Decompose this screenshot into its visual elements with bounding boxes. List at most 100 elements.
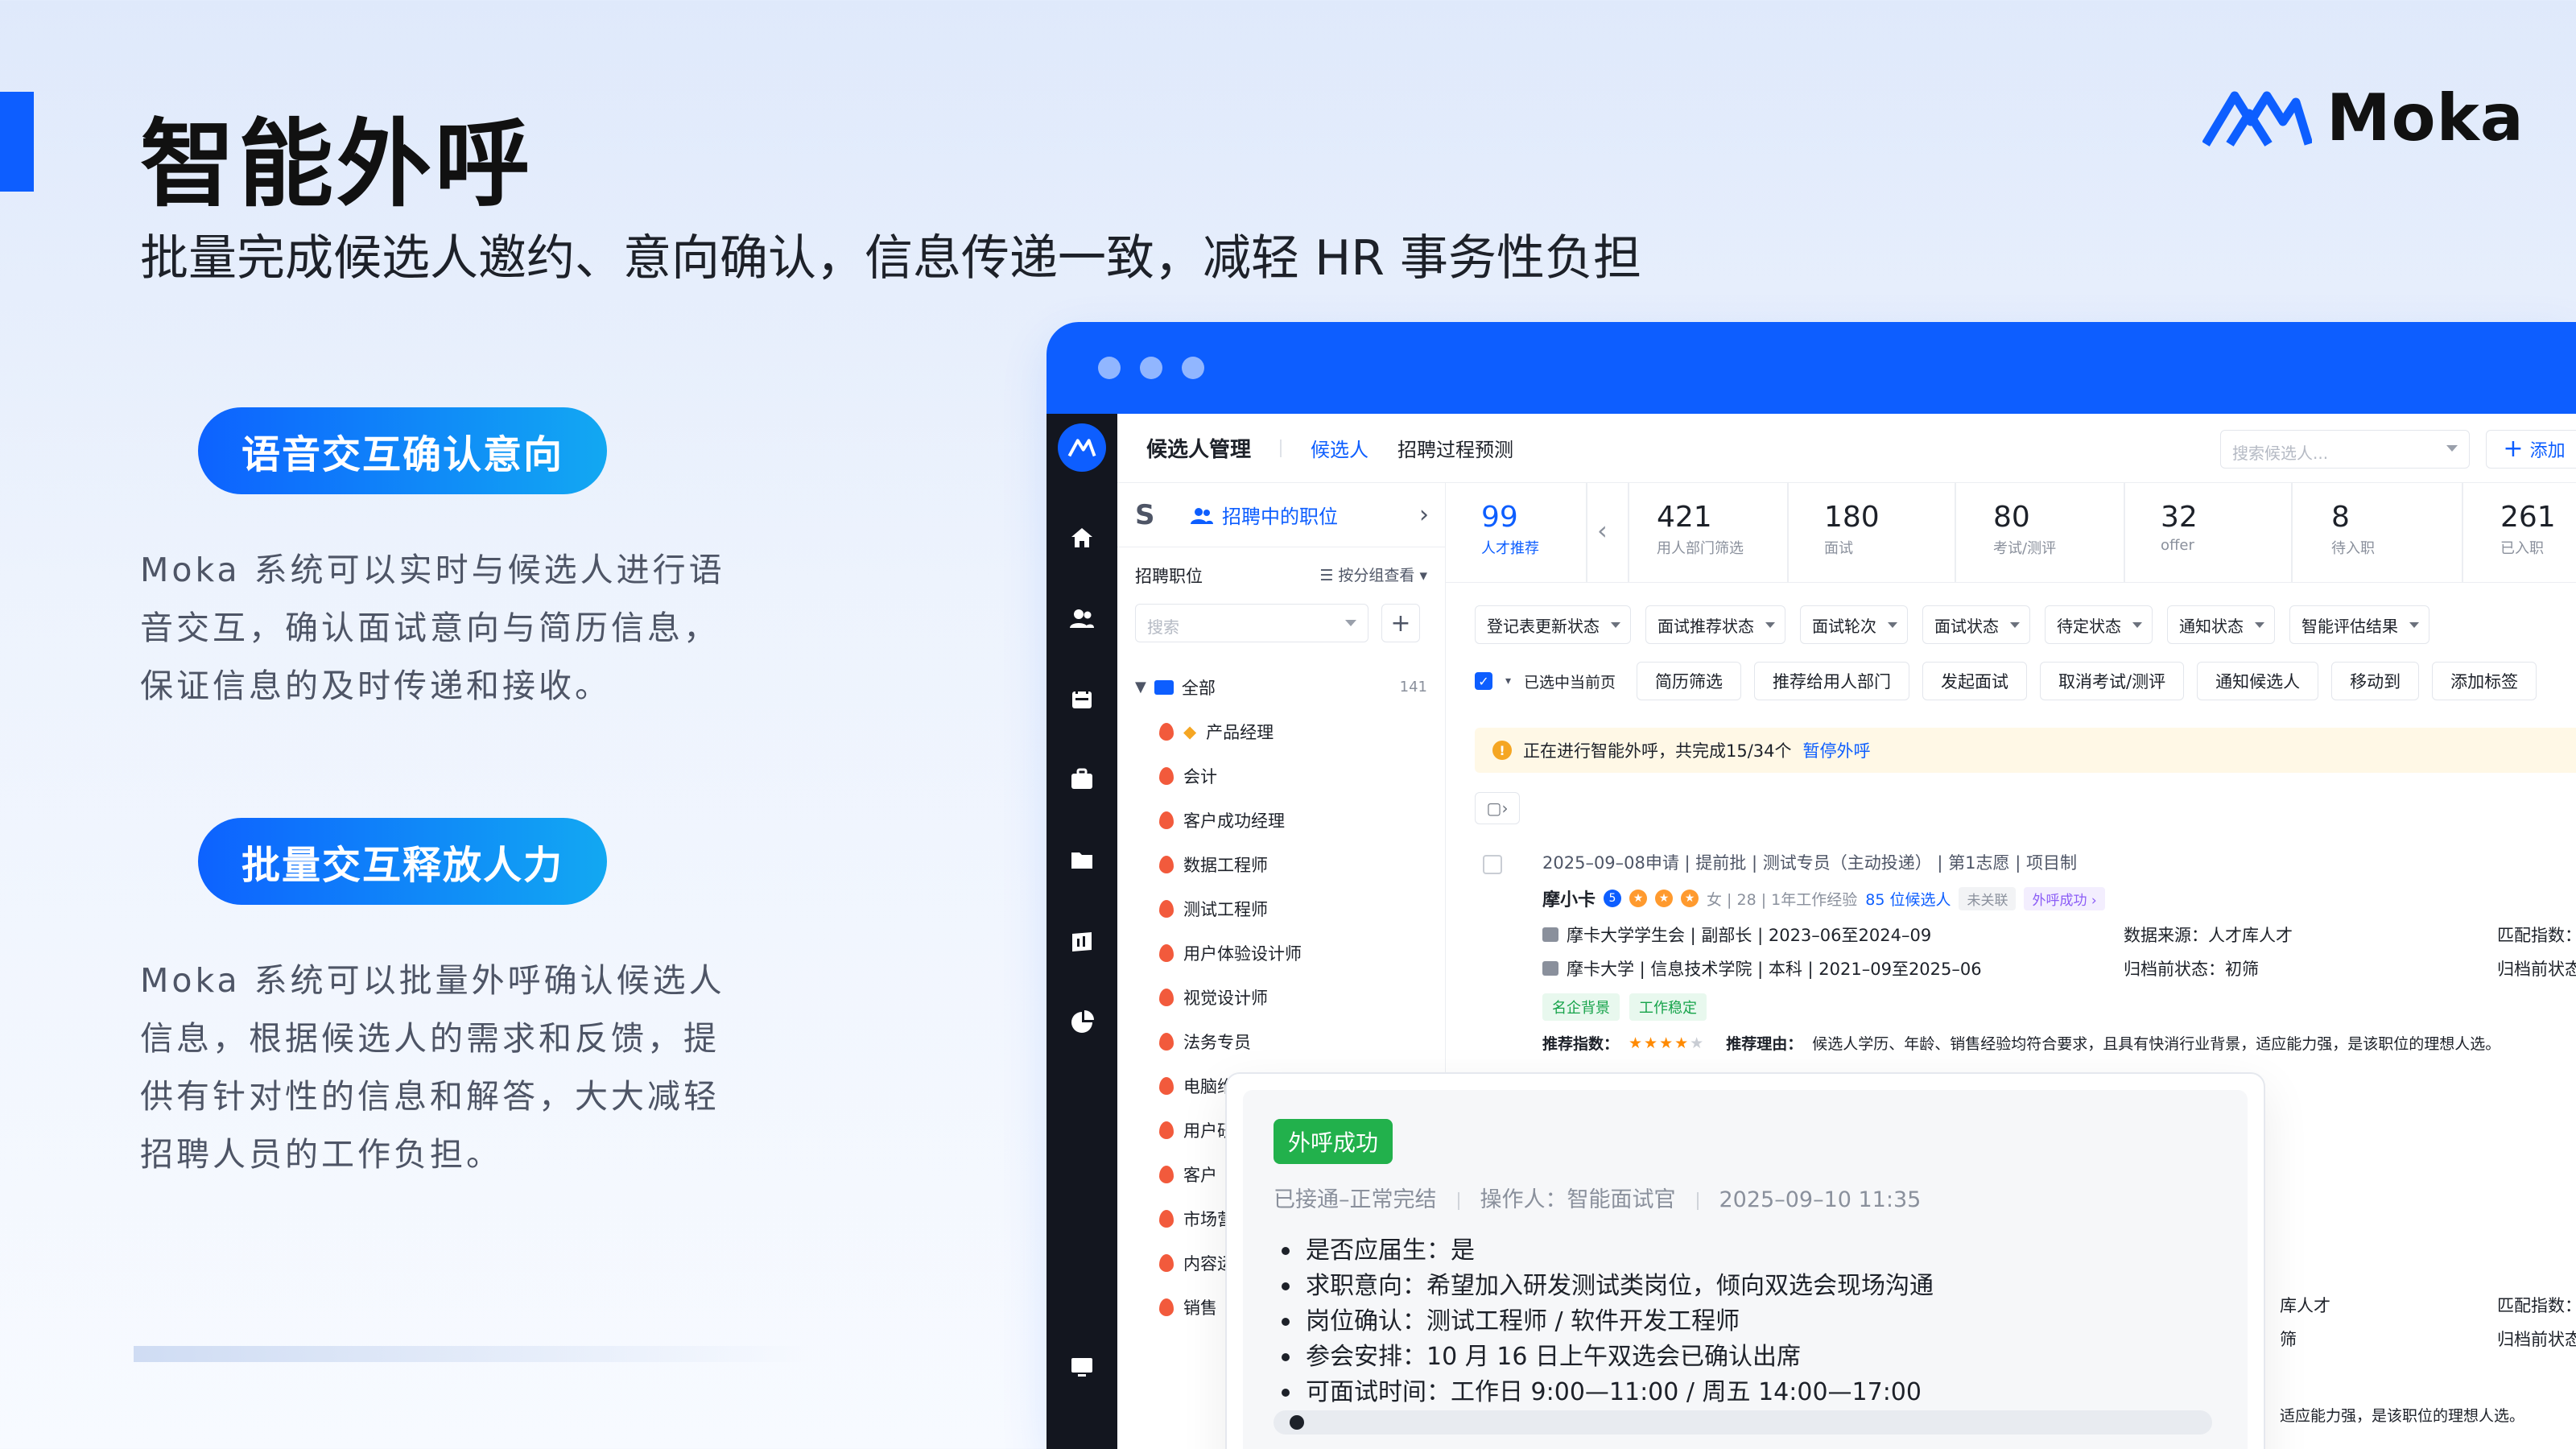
group-view-toggle[interactable]: ☰ 按分组查看 ▾ <box>1319 564 1427 588</box>
play-knob[interactable] <box>1290 1415 1304 1430</box>
calling-notice: ! 正在进行智能外呼，共完成15/34个 暂停外呼 <box>1475 728 2576 773</box>
tab-forecast[interactable]: 招聘过程预测 <box>1397 434 1513 462</box>
call-status-tag[interactable]: 外呼成功 › <box>2024 886 2105 910</box>
job-item[interactable]: 法务专员 <box>1135 1019 1427 1063</box>
level-badge: 5 <box>1604 890 1622 907</box>
filter-chip[interactable]: 面试推荐状态 <box>1645 605 1785 644</box>
filter-chip[interactable]: 待定状态 <box>2045 605 2153 644</box>
rating-stars: ★★★★★ <box>1629 1034 1706 1052</box>
org-icon <box>1542 927 1558 942</box>
job-item[interactable]: ◆ 产品经理 <box>1135 709 1427 753</box>
stat-dept-screen[interactable]: 421 用人部门筛选 <box>1657 501 1818 558</box>
action-button[interactable]: 添加标签 <box>2432 662 2537 700</box>
stat-offer[interactable]: 32 offer <box>2161 501 2322 554</box>
calendar-icon[interactable] <box>1069 686 1095 712</box>
match-index: 匹配指数： <box>2497 926 2576 945</box>
filter-bar: 登记表更新状态 面试推荐状态 面试轮次 面试状态 待定状态 通知状态 智能评估结… <box>1475 605 2429 644</box>
candidate-name[interactable]: 摩小卡 <box>1542 886 1596 911</box>
page-title: 智能外呼 <box>140 109 534 220</box>
pie-chart-icon[interactable] <box>1069 1009 1095 1035</box>
filter-chip[interactable]: 智能评估结果 <box>2289 605 2429 644</box>
feature-pill-voice: 语音交互确认意向 <box>198 407 607 494</box>
chevron-down-icon <box>2255 622 2264 628</box>
chevron-right-icon[interactable]: › <box>1419 501 1429 529</box>
call-meta: 已接通–正常完结 操作人：智能面试官 2025–09–10 11:35 <box>1274 1187 1922 1212</box>
report-icon[interactable] <box>1069 929 1095 955</box>
tab-active-jobs[interactable]: 招聘中的职位 <box>1190 501 1338 529</box>
tag: 名企背景 <box>1542 993 1620 1021</box>
chevron-down-icon <box>1611 622 1620 628</box>
filter-chip[interactable]: 面试轮次 <box>1800 605 1908 644</box>
summary-item: 是否应届生：是 <box>1282 1233 1934 1269</box>
filter-chip[interactable]: 通知状态 <box>2167 605 2275 644</box>
pause-call-link[interactable]: 暂停外呼 <box>1803 738 1871 762</box>
chevron-left-icon[interactable]: ‹ <box>1597 515 1608 546</box>
chevron-down-icon <box>1765 622 1775 628</box>
tag: 工作稳定 <box>1629 993 1707 1021</box>
home-icon[interactable] <box>1069 525 1095 551</box>
tab-candidates[interactable]: 候选人 <box>1311 434 1368 462</box>
action-button[interactable]: 发起面试 <box>1922 662 2028 700</box>
folder-icon[interactable] <box>1069 847 1095 873</box>
select-page-checkbox[interactable]: ✓ <box>1475 672 1492 690</box>
hot-icon <box>1159 1032 1174 1051</box>
top-nav: 候选人管理 候选人 招聘过程预测 搜索候选人... + 添加 <box>1117 414 2576 483</box>
audio-player[interactable] <box>1274 1410 2212 1435</box>
recommend-count[interactable]: 85 位候选人 <box>1865 888 1951 910</box>
hot-icon <box>1159 943 1174 962</box>
plus-icon: + <box>2503 435 2524 463</box>
add-job-button[interactable]: + <box>1381 604 1420 642</box>
selected-label: 已选中当前页 <box>1524 673 1616 691</box>
match-index: 匹配指数： <box>2497 1296 2576 1315</box>
job-item[interactable]: 数据工程师 <box>1135 842 1427 886</box>
stat-pending[interactable]: 8 待入职 <box>2331 501 2492 558</box>
action-button[interactable]: 移动到 <box>2331 662 2420 700</box>
candidate-checkbox[interactable] <box>1483 855 1502 874</box>
job-item[interactable]: 用户体验设计师 <box>1135 931 1427 975</box>
call-summary: 是否应届生：是 求职意向：希望加入研发测试类岗位，倾向双选会现场沟通 岗位确认：… <box>1282 1233 1934 1410</box>
chevron-down-icon[interactable]: ▾ <box>1505 675 1511 687</box>
expand-toggle[interactable]: ▢› <box>1475 792 1520 824</box>
feature-desc-voice: Moka 系统可以实时与候选人进行语音交互，确认面试意向与简历信息，保证信息的及… <box>140 551 725 705</box>
application-meta: 2025–09–08申请 | 提前批 | 测试专员（主动投递） | 第1志愿 |… <box>1542 853 2077 873</box>
stat-talent-recommend[interactable]: 99 人才推荐 <box>1481 501 1642 558</box>
unlinked-tag: 未关联 <box>1959 886 2017 910</box>
medal-icon: ★ <box>1655 890 1674 907</box>
add-button[interactable]: + 添加 <box>2486 430 2576 469</box>
feature-desc-batch: Moka 系统可以批量外呼确认候选人信息，根据候选人的需求和反馈，提供有针对性的… <box>140 961 725 1174</box>
page-subtitle: 批量完成候选人邀约、意向确认，信息传递一致，减轻 HR 事务性负担 <box>140 230 1641 287</box>
job-item[interactable]: 客户成功经理 <box>1135 798 1427 842</box>
briefcase-icon[interactable] <box>1069 766 1095 792</box>
action-button[interactable]: 推荐给用人部门 <box>1754 662 1910 700</box>
action-bar: ✓ ▾ 已选中当前页 简历筛选 推荐给用人部门 发起面试 取消考试/测评 通知候… <box>1475 662 2537 700</box>
stat-onboarded[interactable]: 261 已入职 <box>2500 501 2576 558</box>
school-icon <box>1542 961 1558 976</box>
chevron-down-icon <box>2010 622 2020 628</box>
tree-root[interactable]: ▼ 全部 141 <box>1135 665 1427 709</box>
summary-item: 求职意向：希望加入研发测试类岗位，倾向双选会现场沟通 <box>1282 1269 1934 1304</box>
archive-status-2: 归档前状态： <box>2497 960 2576 979</box>
action-button[interactable]: 通知候选人 <box>2197 662 2319 700</box>
chevron-down-icon <box>2409 622 2419 628</box>
action-button[interactable]: 取消考试/测评 <box>2040 662 2185 700</box>
users-icon[interactable] <box>1069 605 1095 631</box>
job-item[interactable]: 测试工程师 <box>1135 886 1427 931</box>
app-logo-icon[interactable] <box>1058 423 1106 472</box>
job-item[interactable]: 会计 <box>1135 753 1427 798</box>
candidate-search-input[interactable]: 搜索候选人... <box>2220 430 2470 469</box>
job-item[interactable]: 视觉设计师 <box>1135 975 1427 1019</box>
switch-icon[interactable]: S <box>1135 499 1167 531</box>
accent-bar <box>0 92 34 192</box>
stat-exam[interactable]: 80 考试/测评 <box>1993 501 2154 558</box>
filter-chip[interactable]: 登记表更新状态 <box>1475 605 1631 644</box>
section-label: 招聘职位 <box>1135 567 1203 586</box>
monitor-icon[interactable] <box>1069 1354 1095 1380</box>
job-search-input[interactable]: 搜索 <box>1135 604 1368 642</box>
chevron-down-icon <box>1888 622 1897 628</box>
hot-icon <box>1159 722 1174 741</box>
chevron-down-icon <box>1345 620 1356 626</box>
chevron-down-icon <box>2132 622 2142 628</box>
stat-interview[interactable]: 180 面试 <box>1824 501 1985 558</box>
action-button[interactable]: 简历筛选 <box>1637 662 1742 700</box>
filter-chip[interactable]: 面试状态 <box>1922 605 2030 644</box>
